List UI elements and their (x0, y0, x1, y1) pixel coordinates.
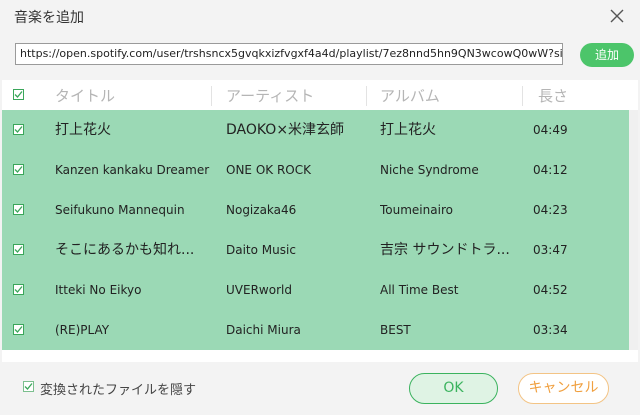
track-artist: Nogizaka46 (226, 203, 297, 217)
scrollbar[interactable] (629, 110, 638, 350)
track-title: Seifukuno Mannequin (55, 203, 185, 217)
cancel-button[interactable]: キャンセル (518, 373, 609, 404)
track-title: 打上花火 (55, 122, 111, 138)
row-checkbox[interactable] (13, 244, 24, 255)
url-row: https://open.spotify.com/user/trshsncx5g… (0, 34, 640, 78)
column-header-title[interactable]: タイトル (55, 85, 115, 106)
track-title: (RE)PLAY (55, 323, 110, 337)
close-icon[interactable] (608, 7, 626, 25)
column-header-album[interactable]: アルバム (380, 85, 440, 106)
table-row[interactable]: Itteki No Eikyo UVERworld All Time Best … (2, 270, 629, 310)
table-row[interactable]: 打上花火 DAOKO×米津玄師 打上花火 04:49 (2, 110, 629, 150)
title-bar: 音楽を追加 (0, 0, 640, 34)
track-length: 04:49 (533, 123, 568, 137)
track-title: Kanzen kankaku Dreamer (55, 163, 210, 177)
url-input[interactable]: https://open.spotify.com/user/trshsncx5g… (15, 43, 563, 65)
track-artist: UVERworld (226, 283, 292, 297)
column-divider (211, 86, 212, 106)
track-album: Niche Syndrome (380, 163, 479, 177)
table-row[interactable]: Seifukuno Mannequin Nogizaka46 Toumeinai… (2, 190, 629, 230)
row-checkbox[interactable] (13, 284, 24, 295)
row-checkbox[interactable] (13, 124, 24, 135)
track-length: 03:47 (533, 243, 568, 257)
select-all-checkbox[interactable] (13, 89, 24, 100)
track-rows: 打上花火 DAOKO×米津玄師 打上花火 04:49 Kanzen kankak… (2, 110, 629, 350)
row-checkbox[interactable] (13, 324, 24, 335)
track-length: 04:12 (533, 163, 568, 177)
track-album: 吉宗 サウンドトラ... (380, 242, 510, 258)
ok-button[interactable]: OK (409, 373, 498, 404)
table-row[interactable]: Kanzen kankaku Dreamer ONE OK ROCK Niche… (2, 150, 629, 190)
column-divider (366, 86, 367, 106)
track-length: 04:52 (533, 283, 568, 297)
track-artist: Daichi Miura (226, 323, 301, 337)
row-checkbox[interactable] (13, 164, 24, 175)
footer: 変換されたファイルを隠す OK キャンセル (0, 362, 640, 415)
add-button[interactable]: 追加 (580, 43, 634, 67)
track-length: 04:23 (533, 203, 568, 217)
window-title: 音楽を追加 (14, 10, 84, 26)
track-title: そこにあるかも知れ... (55, 242, 195, 258)
track-list: タイトル アーティスト アルバム 長さ 打上花火 DAOKO×米津玄師 打上花火… (2, 80, 638, 362)
track-length: 03:34 (533, 323, 568, 337)
track-title: Itteki No Eikyo (55, 283, 142, 297)
column-header-length[interactable]: 長さ (538, 85, 568, 106)
track-artist: DAOKO×米津玄師 (226, 122, 345, 138)
track-album: Toumeinairo (380, 203, 453, 217)
hide-converted-checkbox[interactable] (23, 381, 34, 392)
column-header-artist[interactable]: アーティスト (226, 85, 314, 106)
track-album: 打上花火 (380, 122, 436, 138)
track-artist: ONE OK ROCK (226, 163, 311, 177)
list-header: タイトル アーティスト アルバム 長さ (2, 80, 638, 110)
track-album: BEST (380, 323, 411, 337)
hide-converted-label[interactable]: 変換されたファイルを隠す (40, 379, 196, 398)
table-row[interactable]: (RE)PLAY Daichi Miura BEST 03:34 (2, 310, 629, 350)
table-row[interactable]: そこにあるかも知れ... Daito Music 吉宗 サウンドトラ... 03… (2, 230, 629, 270)
row-checkbox[interactable] (13, 204, 24, 215)
track-artist: Daito Music (226, 243, 296, 257)
column-divider (522, 86, 523, 106)
track-album: All Time Best (380, 283, 459, 297)
